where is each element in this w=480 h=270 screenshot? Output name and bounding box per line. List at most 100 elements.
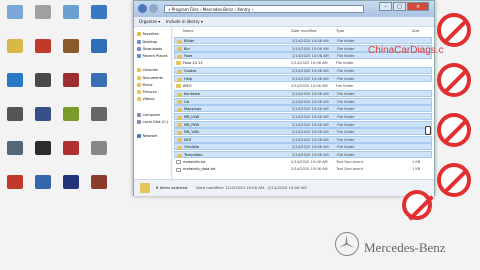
nav-item[interactable]: Libraries xyxy=(137,67,158,73)
desktop-icon[interactable] xyxy=(30,173,56,199)
folder-icon xyxy=(177,107,182,112)
desktop-icon[interactable] xyxy=(30,139,56,165)
nav-item[interactable]: Downloads xyxy=(137,46,162,52)
nav-item[interactable]: Pictures xyxy=(137,89,157,95)
desktop-icon[interactable] xyxy=(86,3,112,29)
desktop-icon[interactable] xyxy=(30,3,56,29)
desktop-icon[interactable] xyxy=(30,37,56,63)
file-row[interactable]: MB_PKW 2/14/2020 10:06 AM File folder xyxy=(174,120,432,128)
file-date: 2/14/2020 10:06 AM xyxy=(291,167,328,172)
folder-icon xyxy=(177,123,182,128)
mouse-pointer-icon xyxy=(425,126,431,135)
maximize-button[interactable]: □ xyxy=(393,2,406,11)
desktop-icon[interactable] xyxy=(2,139,28,165)
desktop-icon[interactable] xyxy=(30,71,56,97)
nav-item-label: Favorites xyxy=(142,32,159,36)
minimize-button[interactable]: – xyxy=(379,2,392,11)
file-row[interactable]: Bilder 2/14/2020 10:06 AM File folder xyxy=(174,37,432,44)
app-icon xyxy=(91,107,107,121)
folder-icon xyxy=(177,145,182,150)
file-row[interactable]: Templates 2/14/2020 10:06 AM File folder xyxy=(174,151,432,158)
desktop-icon[interactable] xyxy=(2,105,28,131)
app-icon xyxy=(63,39,79,53)
selection-detail: Date modified: 2/14/2020 10:06 AM - 2/14… xyxy=(196,185,307,190)
nav-item[interactable]: Music xyxy=(137,82,153,88)
folder-icon xyxy=(140,183,150,193)
desktop-icon[interactable] xyxy=(58,37,84,63)
desktop-icon[interactable] xyxy=(2,3,28,29)
app-icon xyxy=(63,175,79,189)
nav-icon xyxy=(137,120,141,124)
app-icon xyxy=(63,73,79,87)
file-row[interactable]: Ortsliste 2/14/2020 10:06 AM File folder xyxy=(174,143,432,151)
navigation-pane[interactable]: Favorites Desktop Downloads Recent Places Li… xyxy=(134,27,172,179)
file-name: makeinfo.txt xyxy=(183,159,206,164)
file-row[interactable]: Faxe 14 13 2/14/2020 10:06 AM File folder xyxy=(174,60,432,67)
app-icon xyxy=(7,73,23,87)
file-row[interactable]: NFZ 2/14/2020 10:06 AM File folder xyxy=(174,135,432,143)
folder-icon xyxy=(177,39,182,44)
nav-item-label: Local Disk (C:) xyxy=(142,120,169,124)
desktop-icon[interactable] xyxy=(86,37,112,63)
folder-icon xyxy=(176,61,181,66)
desktop-icon[interactable] xyxy=(86,105,112,131)
nav-icon xyxy=(137,134,141,138)
nav-item[interactable]: Local Disk (C:) xyxy=(137,119,168,125)
column-size[interactable]: Size xyxy=(412,29,419,33)
file-row[interactable]: Help 2/14/2020 10:06 AM File folder xyxy=(174,75,432,82)
file-row[interactable]: makeinfo_data.txt 2/14/2020 10:06 AM Text … xyxy=(174,166,432,173)
desktop-icon[interactable] xyxy=(30,105,56,131)
app-icon xyxy=(91,5,107,19)
column-type[interactable]: Type xyxy=(336,29,344,33)
explorer-window[interactable]: « Program Files › Mercedes-Benz › Xentry… xyxy=(133,0,435,196)
app-icon xyxy=(35,175,51,189)
app-icon xyxy=(7,141,23,155)
desktop-icon[interactable] xyxy=(86,71,112,97)
desktop-icon[interactable] xyxy=(58,3,84,29)
nav-item-label: Pictures xyxy=(142,90,157,94)
organize-button[interactable]: Organize ▾ xyxy=(139,19,160,24)
nav-item[interactable]: Network xyxy=(137,133,158,139)
folder-icon xyxy=(177,69,182,74)
prohibited-sign-icon xyxy=(437,113,471,147)
file-row[interactable]: Kontexte 2/14/2020 10:06 AM File folder xyxy=(174,90,432,98)
file-row[interactable]: makeinfo.txt 2/14/2020 10:06 AM Text Docum… xyxy=(174,159,432,166)
file-date: 2/14/2020 10:06 AM xyxy=(291,83,328,88)
file-row[interactable]: MB_LKW 2/14/2020 10:06 AM File folder xyxy=(174,113,432,120)
nav-item[interactable]: Desktop xyxy=(137,39,157,45)
nav-item-label: Documents xyxy=(142,76,164,80)
file-row[interactable]: Guides 2/14/2020 10:06 AM File folder xyxy=(174,67,432,75)
file-row[interactable]: INFO 2/14/2020 10:06 AM File folder xyxy=(174,83,432,90)
nav-item-label: Downloads xyxy=(142,47,163,51)
file-row[interactable]: Mappings 2/14/2020 10:06 AM File folder xyxy=(174,105,432,113)
column-name[interactable]: Name xyxy=(183,29,194,33)
desktop-icon[interactable] xyxy=(86,139,112,165)
address-bar[interactable]: « Program Files › Mercedes-Benz › Xentry… xyxy=(164,5,364,13)
column-date-modified[interactable]: Date modified xyxy=(291,29,316,33)
include-in-library-button[interactable]: Include in library ▾ xyxy=(166,19,203,24)
file-row[interactable]: MB_VAN 2/14/2020 10:06 AM File folder xyxy=(174,128,432,136)
file-row[interactable]: Lib 2/14/2020 10:06 AM File folder xyxy=(174,97,432,105)
prohibited-sign-icon xyxy=(437,13,471,47)
selection-count: 8 items selected xyxy=(156,185,188,190)
desktop-icon[interactable] xyxy=(58,71,84,97)
close-button[interactable]: ✕ xyxy=(407,2,429,11)
app-icon xyxy=(35,5,51,19)
nav-item[interactable]: Videos xyxy=(137,96,154,102)
desktop-icon[interactable] xyxy=(86,173,112,199)
title-bar[interactable]: « Program Files › Mercedes-Benz › Xentry… xyxy=(134,1,434,17)
desktop-icon[interactable] xyxy=(58,139,84,165)
nav-item[interactable]: Computer xyxy=(137,112,160,118)
forward-button[interactable] xyxy=(149,4,158,13)
file-date: 2/14/2020 10:06 AM xyxy=(291,159,328,164)
back-button[interactable] xyxy=(138,4,147,13)
nav-item[interactable]: Recent Places xyxy=(137,53,168,59)
desktop-icon[interactable] xyxy=(58,173,84,199)
desktop-icon[interactable] xyxy=(58,105,84,131)
nav-item[interactable]: Documents xyxy=(137,75,163,81)
nav-item[interactable]: Favorites xyxy=(137,31,159,37)
nav-item-label: Desktop xyxy=(142,40,158,44)
desktop-icon[interactable] xyxy=(2,37,28,63)
desktop-icon[interactable] xyxy=(2,173,28,199)
desktop-icon[interactable] xyxy=(2,71,28,97)
